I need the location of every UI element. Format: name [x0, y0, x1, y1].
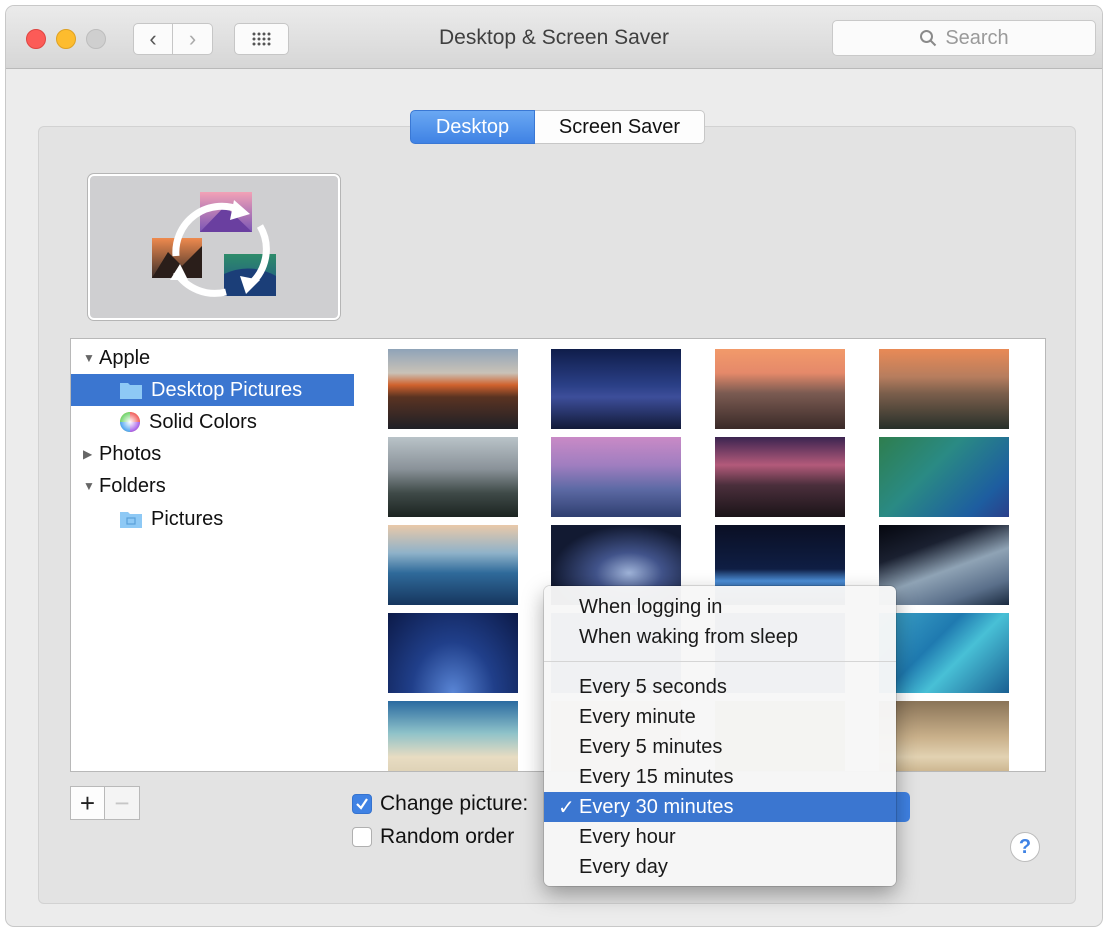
source-solid-colors[interactable]: Solid Colors [71, 406, 355, 438]
tab-screen-saver[interactable]: Screen Saver [535, 110, 705, 144]
wallpaper-thumbnail[interactable] [879, 525, 1009, 605]
change-picture-label: Change picture: [380, 792, 529, 815]
wallpaper-thumbnail[interactable] [551, 437, 681, 517]
checkmark-icon: ✓ [558, 796, 575, 819]
change-picture-option[interactable]: Change picture: [352, 790, 528, 818]
rotating-pictures-icon [152, 192, 276, 297]
color-wheel-icon [120, 412, 140, 432]
pictures-folder-icon [120, 512, 142, 528]
source-desktop-pictures[interactable]: Desktop Pictures [71, 374, 355, 406]
disclosure-open-icon: ▼ [83, 351, 95, 365]
random-order-checkbox[interactable] [352, 827, 372, 847]
menu-item-every-day[interactable]: Every day [544, 852, 896, 882]
random-order-option[interactable]: Random order [352, 823, 514, 851]
desktop-preview [88, 174, 340, 320]
menu-item-every-5-seconds[interactable]: Every 5 seconds [544, 672, 896, 702]
source-label: Pictures [151, 507, 224, 530]
wallpaper-thumbnail[interactable] [879, 613, 1009, 693]
wallpaper-thumbnail[interactable] [388, 437, 518, 517]
wallpaper-thumbnail[interactable] [879, 437, 1009, 517]
wallpaper-thumbnail[interactable] [551, 349, 681, 429]
title-bar: ‹ › Desktop & Screen Saver Search [6, 6, 1102, 69]
change-picture-checkbox[interactable] [352, 794, 372, 814]
wallpaper-thumbnail[interactable] [388, 349, 518, 429]
wallpaper-thumbnail[interactable] [715, 349, 845, 429]
source-label: Solid Colors [149, 410, 257, 433]
wallpaper-thumbnail[interactable] [879, 349, 1009, 429]
menu-item-every-15-minutes[interactable]: Every 15 minutes [544, 762, 896, 792]
source-label: Folders [99, 474, 166, 497]
source-label: Apple [99, 346, 151, 369]
wallpaper-thumbnail[interactable] [388, 701, 518, 771]
menu-item-every-minute[interactable]: Every minute [544, 702, 896, 732]
wallpaper-thumbnail[interactable] [715, 437, 845, 517]
search-icon [920, 30, 937, 47]
add-remove-control: + − [70, 786, 140, 820]
add-folder-button[interactable]: + [70, 786, 105, 820]
disclosure-closed-icon: ▶ [83, 447, 93, 461]
wallpaper-thumbnail[interactable] [388, 613, 518, 693]
menu-item-every-5-minutes[interactable]: Every 5 minutes [544, 732, 896, 762]
disclosure-open-icon: ▼ [83, 479, 95, 493]
menu-item-when-waking[interactable]: When waking from sleep [544, 622, 896, 652]
menu-item-label: Every 30 minutes [579, 795, 734, 818]
interval-popup-stepper[interactable] [894, 792, 910, 822]
interval-dropdown-menu: When logging in When waking from sleep E… [544, 586, 896, 886]
source-pictures-folder[interactable]: Pictures [71, 503, 355, 535]
menu-separator [544, 661, 896, 662]
remove-folder-button[interactable]: − [105, 786, 140, 820]
menu-item-every-30-minutes[interactable]: ✓ Every 30 minutes [544, 792, 896, 822]
search-field[interactable]: Search [832, 20, 1096, 56]
checkmark-icon [356, 798, 368, 810]
random-order-label: Random order [380, 825, 515, 848]
menu-item-every-hour[interactable]: Every hour [544, 822, 896, 852]
system-preferences-window: ‹ › Desktop & Screen Saver Search Deskto… [6, 6, 1102, 926]
menu-item-when-logging-in[interactable]: When logging in [544, 592, 896, 622]
wallpaper-thumbnail[interactable] [388, 525, 518, 605]
search-placeholder: Search [945, 26, 1009, 49]
source-group-photos[interactable]: ▶ Photos [71, 438, 355, 470]
help-button[interactable]: ? [1010, 832, 1040, 862]
wallpaper-thumbnail[interactable] [879, 701, 1009, 771]
source-label: Photos [99, 442, 162, 465]
tab-desktop[interactable]: Desktop [410, 110, 535, 144]
source-label: Desktop Pictures [151, 378, 303, 401]
folder-icon [120, 383, 142, 399]
source-list: ▼ Apple Desktop Pictures Solid Colors ▶ … [70, 338, 356, 772]
source-group-apple[interactable]: ▼ Apple [71, 342, 355, 374]
source-group-folders[interactable]: ▼ Folders [71, 470, 355, 502]
